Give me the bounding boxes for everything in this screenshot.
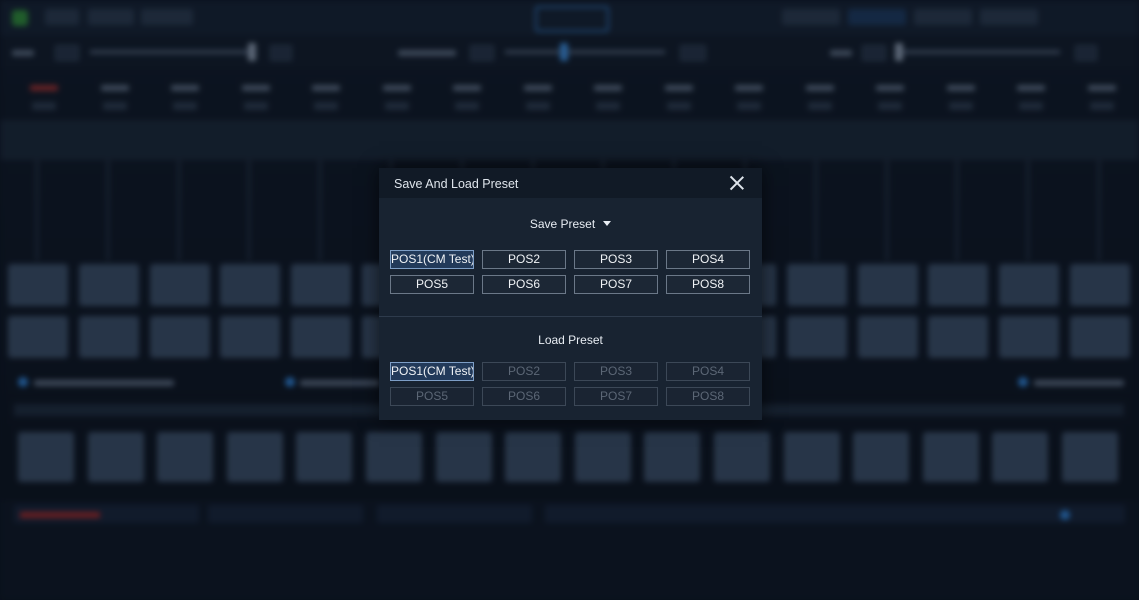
load-preset-pos2-button: POS2 [482,362,566,381]
close-icon[interactable] [728,174,746,192]
dialog-title: Save And Load Preset [394,177,519,191]
save-preset-pos2-button[interactable]: POS2 [482,250,566,269]
load-preset-pos4-button: POS4 [666,362,750,381]
load-preset-pos8-button: POS8 [666,387,750,406]
save-preset-pos7-button[interactable]: POS7 [574,275,658,294]
load-preset-pos3-button: POS3 [574,362,658,381]
load-preset-grid: POS1(CM Test) POS2 POS3 POS4 POS5 POS6 P… [390,362,750,406]
save-preset-dropdown[interactable]: Save Preset [379,217,762,231]
save-preset-pos4-button[interactable]: POS4 [666,250,750,269]
caret-down-icon [603,221,612,226]
load-preset-pos7-button: POS7 [574,387,658,406]
save-preset-pos8-button[interactable]: POS8 [666,275,750,294]
load-preset-title: Load Preset [538,333,603,347]
dialog-titlebar: Save And Load Preset [379,168,762,198]
save-preset-grid: POS1(CM Test) POS2 POS3 POS4 POS5 POS6 P… [390,250,750,294]
save-preset-pos6-button[interactable]: POS6 [482,275,566,294]
save-preset-pos1-button[interactable]: POS1(CM Test) [390,250,474,269]
section-divider [379,316,762,317]
save-preset-title: Save Preset [529,217,596,231]
save-preset-pos5-button[interactable]: POS5 [390,275,474,294]
load-preset-pos5-button: POS5 [390,387,474,406]
preset-dialog: Save And Load Preset Save Preset POS1(CM… [379,168,762,420]
load-preset-pos6-button: POS6 [482,387,566,406]
load-preset-pos1-button[interactable]: POS1(CM Test) [390,362,474,381]
save-preset-pos3-button[interactable]: POS3 [574,250,658,269]
